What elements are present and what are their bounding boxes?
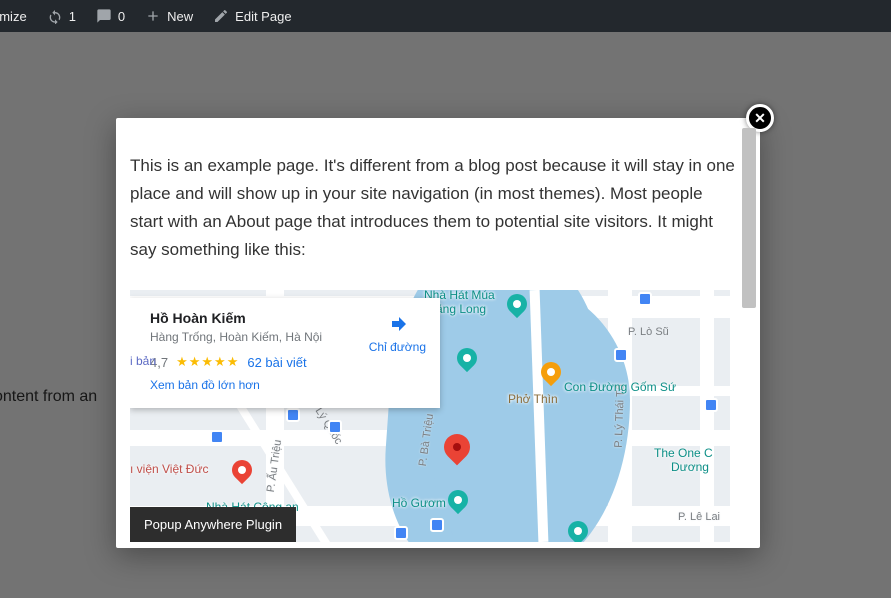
admin-bar-customize[interactable]: omize	[0, 0, 37, 32]
customize-label: omize	[0, 9, 27, 24]
map-pin-hospital[interactable]	[228, 456, 256, 484]
popup-modal: ✕ This is an example page. It's differen…	[116, 118, 760, 548]
pencil-icon	[213, 8, 229, 24]
scrollbar-thumb[interactable]	[742, 128, 756, 308]
edit-page-label: Edit Page	[235, 9, 291, 24]
admin-bar-refresh[interactable]: 1	[37, 0, 86, 32]
map-trunc-text: i bản	[130, 354, 156, 368]
directions-icon	[385, 312, 409, 336]
transit-stop-icon[interactable]	[286, 408, 300, 422]
poi-gom-su: Con Đường Gốm Sứ	[564, 380, 676, 394]
poi-duong: Dương	[671, 460, 709, 474]
poi-the-one: The One C	[654, 446, 713, 460]
directions-label: Chỉ đường	[369, 340, 426, 354]
admin-bar-new[interactable]: New	[135, 0, 203, 32]
modal-scrollbar[interactable]	[742, 128, 756, 538]
comments-count: 0	[118, 9, 125, 24]
transit-stop-icon[interactable]	[614, 348, 628, 362]
embedded-map[interactable]: P. Lò Sũ P. Lý Thái Tổ P. Lê Lai P. Ấu T…	[130, 290, 730, 542]
modal-content: This is an example page. It's different …	[116, 118, 760, 548]
transit-stop-icon[interactable]	[210, 430, 224, 444]
comment-icon	[96, 8, 112, 24]
map-directions-button[interactable]: Chỉ đường	[369, 312, 426, 354]
intro-paragraph: This is an example page. It's different …	[130, 152, 736, 264]
map-stars-icon: ★★★★★	[176, 354, 239, 370]
poi-viet-duc: ı viện Việt Đức	[130, 462, 209, 476]
new-label: New	[167, 9, 193, 24]
admin-bar-edit-page[interactable]: Edit Page	[203, 0, 301, 32]
transit-stop-icon[interactable]	[394, 526, 408, 540]
transit-stop-icon[interactable]	[430, 518, 444, 532]
map-view-larger-link[interactable]: Xem bản đồ lớn hơn	[150, 378, 260, 392]
transit-stop-icon[interactable]	[328, 420, 342, 434]
poi-ho-guom: Hồ Gươm	[392, 496, 446, 510]
poi-pho-thin: Phở Thìn	[508, 392, 558, 406]
popup-caption: Popup Anywhere Plugin	[130, 507, 296, 542]
refresh-icon	[47, 8, 63, 24]
map-info-card: i bản Hồ Hoàn Kiếm Hàng Trống, Hoàn Kiếm…	[130, 298, 440, 408]
transit-stop-icon[interactable]	[638, 292, 652, 306]
road-label-lo-su: P. Lò Sũ	[628, 326, 669, 338]
wp-admin-bar: omize 1 0 New Edit Page	[0, 0, 891, 32]
transit-stop-icon[interactable]	[704, 398, 718, 412]
admin-bar-comments[interactable]: 0	[86, 0, 135, 32]
map-reviews-link[interactable]: 62 bài viết	[247, 355, 306, 370]
poi-theater-2: ăng Long	[436, 302, 486, 316]
road-label-le-lai: P. Lê Lai	[678, 511, 720, 523]
refresh-count: 1	[69, 9, 76, 24]
plus-icon	[145, 8, 161, 24]
